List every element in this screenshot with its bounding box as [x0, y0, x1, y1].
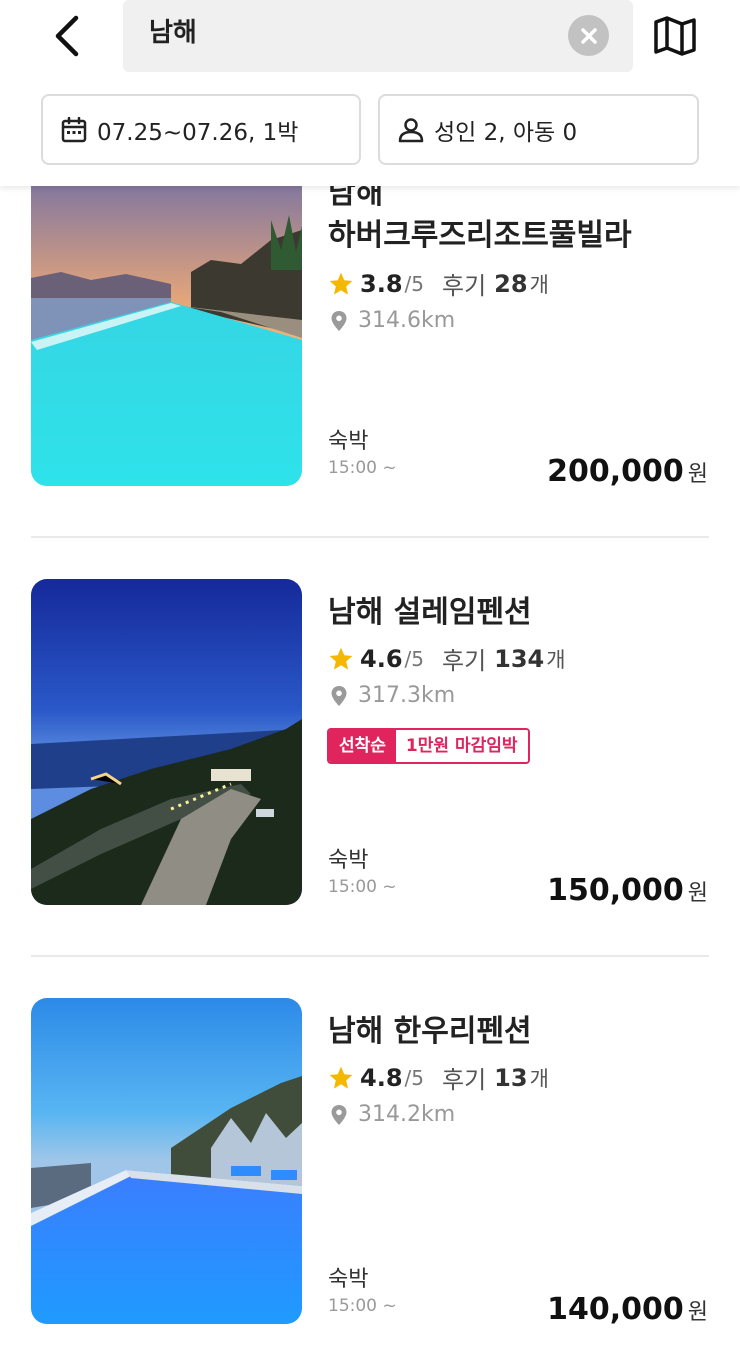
- map-icon: [654, 16, 696, 56]
- listing-card[interactable]: 남해 설레임펜션 4.6 /5 후기 134 개 317.3km 선착순 1만원…: [0, 579, 740, 908]
- rating-score: 3.8: [360, 269, 403, 298]
- checkin-time: 15:00 ~: [328, 1296, 397, 1316]
- divider: [31, 955, 709, 957]
- stay-type: 숙박: [328, 848, 369, 873]
- review-unit: 개: [529, 272, 549, 297]
- person-icon: [398, 116, 426, 144]
- price-value: 200,000: [547, 454, 684, 489]
- price-currency: 원: [687, 462, 708, 487]
- review-count: 134: [494, 644, 545, 673]
- stay-type: 숙박: [328, 429, 369, 454]
- rating-max: /5: [404, 1065, 424, 1090]
- distance-row: 314.6km: [330, 308, 455, 333]
- calendar-icon: [61, 116, 89, 144]
- date-filter-label: 07.25~07.26, 1박: [97, 119, 299, 146]
- listing-photo: [31, 579, 302, 905]
- search-query: 남해: [149, 18, 197, 48]
- guest-filter-label: 성인 2, 아동 0: [434, 119, 578, 146]
- date-filter[interactable]: 07.25~07.26, 1박: [41, 94, 361, 165]
- promo-tag: 선착순: [329, 730, 396, 762]
- divider: [31, 536, 709, 538]
- rating-row: 4.8 /5 후기 13 개: [328, 1060, 549, 1095]
- rating-score: 4.6: [360, 644, 403, 673]
- price-value: 140,000: [547, 1292, 684, 1327]
- rating-row: 4.6 /5 후기 134 개: [328, 641, 566, 676]
- close-icon: [580, 27, 597, 44]
- listing-name: 남해 설레임펜션: [328, 595, 532, 630]
- listing-name: 하버크루즈리조트풀빌라: [328, 218, 632, 253]
- rating-score: 4.8: [360, 1063, 403, 1092]
- distance-value: 314.6km: [358, 308, 456, 333]
- review-unit: 개: [529, 1066, 549, 1091]
- stay-type: 숙박: [328, 1267, 369, 1292]
- review-count: 28: [494, 269, 528, 298]
- price-currency: 원: [687, 1300, 708, 1325]
- review-count: 13: [494, 1063, 528, 1092]
- map-view-button[interactable]: [650, 10, 700, 62]
- listing-name: 남해 한우리펜션: [328, 1014, 532, 1049]
- clear-search-button[interactable]: [568, 15, 609, 56]
- listing-card[interactable]: 남해 한우리펜션 4.8 /5 후기 13 개 314.2km 숙박 15:00…: [0, 998, 740, 1327]
- search-header: 남해 07.25~07.26, 1박 성인 2, 아동 0: [0, 0, 740, 186]
- review-label: 후기: [441, 272, 487, 300]
- guest-filter[interactable]: 성인 2, 아동 0: [378, 94, 699, 165]
- rating-row: 3.8 /5 후기 28 개: [328, 266, 549, 301]
- rating-max: /5: [404, 646, 424, 671]
- listing-photo: [31, 998, 302, 1324]
- location-pin-icon: [331, 685, 347, 706]
- checkin-time: 15:00 ~: [328, 458, 397, 478]
- checkin-time: 15:00 ~: [328, 877, 397, 897]
- star-icon: [329, 272, 353, 295]
- price-value: 150,000: [547, 873, 684, 908]
- back-button[interactable]: [44, 10, 90, 62]
- price-currency: 원: [687, 881, 708, 906]
- distance-value: 317.3km: [358, 683, 456, 708]
- review-label: 후기: [441, 1066, 487, 1094]
- promo-text: 1만원 마감임박: [395, 730, 528, 762]
- distance-row: 314.2km: [330, 1102, 455, 1127]
- listing-price: 150,000 원: [547, 873, 708, 908]
- location-pin-icon: [331, 310, 347, 331]
- listing-price: 200,000 원: [547, 454, 708, 489]
- listing-photo: [31, 160, 302, 486]
- star-icon: [329, 647, 353, 670]
- review-unit: 개: [546, 647, 566, 672]
- rating-max: /5: [404, 271, 424, 296]
- distance-value: 314.2km: [358, 1102, 456, 1127]
- promo-badge: 선착순 1만원 마감임박: [327, 728, 530, 764]
- chevron-left-icon: [55, 15, 79, 57]
- star-icon: [329, 1066, 353, 1089]
- review-label: 후기: [441, 647, 487, 675]
- location-pin-icon: [331, 1104, 347, 1125]
- search-input[interactable]: 남해: [123, 0, 633, 72]
- listing-card[interactable]: 남해 하버크루즈리조트풀빌라 3.8 /5 후기 28 개 314.6km 숙박…: [0, 160, 740, 489]
- distance-row: 317.3km: [330, 683, 455, 708]
- listing-price: 140,000 원: [547, 1292, 708, 1327]
